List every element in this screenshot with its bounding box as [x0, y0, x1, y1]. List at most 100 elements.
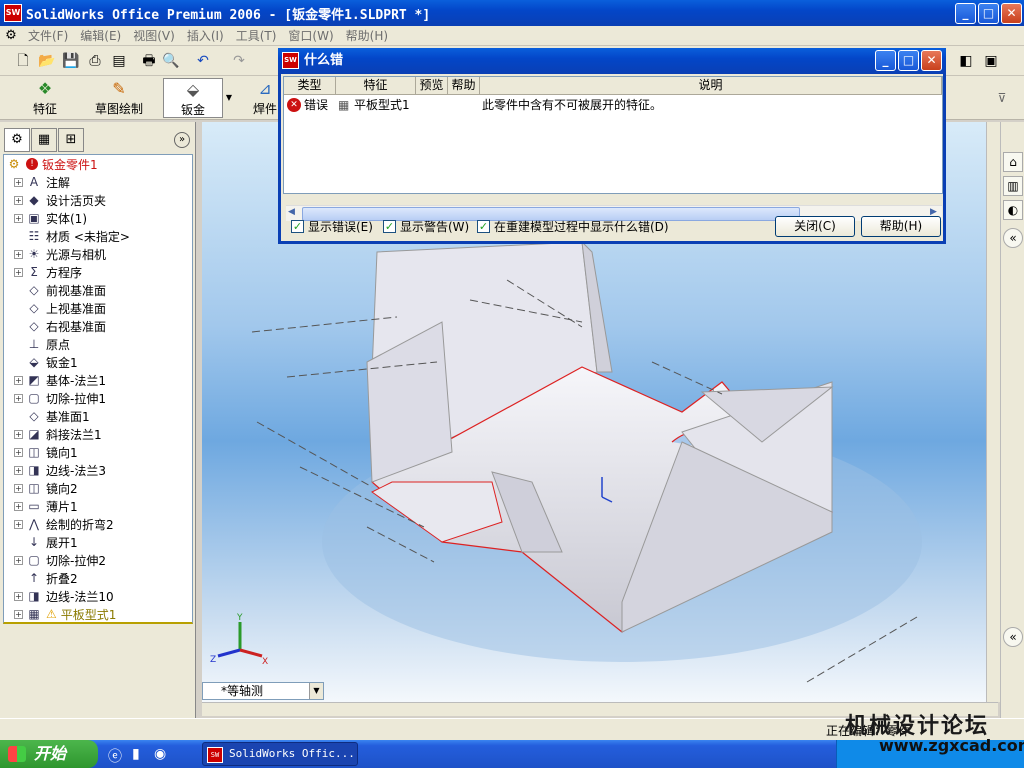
chevron-down-icon[interactable]: ▼ — [309, 683, 323, 699]
menu-tools[interactable]: 工具(T) — [230, 27, 283, 44]
tree-item[interactable]: + ◨ 边线-法兰3 — [4, 461, 106, 479]
tree-item[interactable]: + ◪ 斜接法兰1 — [4, 425, 102, 443]
close-dialog-button[interactable]: 关闭(C) — [775, 216, 855, 237]
viewport-vertical-scrollbar[interactable] — [986, 122, 1000, 702]
filter-icon[interactable]: ⊽ — [990, 78, 1014, 118]
dialog-close-button[interactable]: ✕ — [921, 50, 942, 71]
tree-item[interactable]: + Σ 方程序 — [4, 263, 82, 281]
tree-root[interactable]: ⚙ ! 钣金零件1 — [6, 155, 98, 173]
expand-icon[interactable]: + — [14, 267, 23, 277]
scroll-left-icon[interactable]: ◀ — [288, 207, 295, 217]
expand-icon[interactable]: + — [14, 195, 23, 205]
tree-item[interactable]: + ▣ 实体(1) — [4, 209, 87, 227]
collapse-left-icon[interactable]: « — [1003, 228, 1023, 248]
new-file-icon[interactable]: 🗋 — [12, 50, 34, 72]
help-button[interactable]: 帮助(H) — [861, 216, 941, 237]
tree-item[interactable]: + ⋀ 绘制的折弯2 — [4, 515, 114, 533]
expand-icon[interactable]: + — [14, 429, 23, 439]
expand-icon[interactable]: + — [14, 483, 23, 493]
tree-item[interactable]: ◇ 基准面1 — [4, 407, 89, 425]
show-on-rebuild-checkbox[interactable]: ✓ 在重建模型过程中显示什么错(D) — [477, 218, 669, 235]
expand-icon[interactable]: + — [14, 555, 23, 565]
file-explorer-icon[interactable]: ◐ — [1003, 200, 1023, 220]
app-menu-icon[interactable]: ⚙ — [0, 28, 22, 43]
tree-item[interactable]: ☷ 材质 <未指定> — [4, 227, 130, 245]
menu-help[interactable]: 帮助(H) — [340, 27, 394, 44]
tree-item[interactable]: + A 注解 — [4, 173, 70, 191]
media-icon[interactable]: ◉ — [154, 746, 166, 762]
minimize-button[interactable]: _ — [955, 3, 976, 24]
tree-item[interactable]: + ▭ 薄片1 — [4, 497, 78, 515]
dialog-maximize-button[interactable]: □ — [898, 50, 919, 71]
expand-icon[interactable]: + — [14, 591, 23, 601]
menu-window[interactable]: 窗口(W) — [282, 27, 339, 44]
menu-insert[interactable]: 插入(I) — [181, 27, 230, 44]
expand-icon[interactable]: + — [14, 177, 23, 187]
show-errors-checkbox[interactable]: ✓ 显示错误(E) — [291, 218, 373, 235]
start-button[interactable]: 开始 — [0, 740, 98, 768]
tab-configuration-manager[interactable]: ⊞ — [58, 128, 84, 152]
column-help[interactable]: 帮助 — [448, 77, 480, 95]
menu-file[interactable]: 文件(F) — [22, 27, 74, 44]
expand-icon[interactable]: + — [14, 213, 23, 223]
menu-edit[interactable]: 编辑(E) — [74, 27, 127, 44]
view-icon[interactable]: ▣ — [980, 50, 1002, 72]
tree-item[interactable]: ◇ 上视基准面 — [4, 299, 106, 317]
window-title-bar[interactable]: SW SolidWorks Office Premium 2006 - [钣金零… — [0, 0, 1024, 26]
expand-icon[interactable]: + — [14, 375, 23, 385]
tree-item[interactable]: + ◫ 镜向1 — [4, 443, 78, 461]
tree-item[interactable]: ↑ 折叠2 — [4, 569, 78, 587]
tab-property-manager[interactable]: ▦ — [31, 128, 57, 152]
tree-item[interactable]: ◇ 右视基准面 — [4, 317, 106, 335]
tree-item[interactable]: + ☀ 光源与相机 — [4, 245, 106, 263]
print-preview-icon[interactable]: 🖶 — [138, 50, 160, 72]
redo-icon[interactable]: ↷ — [228, 50, 250, 72]
expand-icon[interactable]: + — [14, 519, 23, 529]
expand-icon[interactable]: + — [14, 447, 23, 457]
expand-icon[interactable]: + — [14, 609, 23, 619]
close-button[interactable]: ✕ — [1001, 3, 1022, 24]
expand-icon[interactable]: + — [14, 501, 23, 511]
show-warnings-checkbox[interactable]: ✓ 显示警告(W) — [383, 218, 469, 235]
command-sketch[interactable]: ✎ 草图绘制 — [88, 78, 150, 118]
column-feature[interactable]: 特征 — [336, 77, 416, 95]
view-orientation-select[interactable]: *等轴测 ▼ — [202, 682, 324, 700]
tree-item[interactable]: ⊥ 原点 — [4, 335, 70, 353]
ie-icon[interactable]: ⓔ — [108, 746, 122, 766]
library-icon[interactable]: ▥ — [1003, 176, 1023, 196]
tree-item[interactable]: + ◩ 基体-法兰1 — [4, 371, 106, 389]
dialog-title-bar[interactable]: SW 什么错 _ □ ✕ — [278, 48, 946, 74]
tree-item[interactable]: + ▢ 切除-拉伸1 — [4, 389, 106, 407]
column-description[interactable]: 说明 — [480, 77, 942, 95]
display-style-icon[interactable]: ◧ — [955, 50, 977, 72]
command-sheetmetal[interactable]: ⬙ 钣金 — [163, 78, 223, 118]
quicklaunch-icon[interactable]: ▮ — [132, 746, 140, 762]
undo-icon[interactable]: ↶ — [192, 50, 214, 72]
collapse-bottom-icon[interactable]: « — [1003, 627, 1023, 647]
expand-icon[interactable]: + — [14, 249, 23, 259]
column-type[interactable]: 类型 — [284, 77, 336, 95]
tree-item[interactable]: + ◨ 边线-法兰10 — [4, 587, 114, 605]
open-file-icon[interactable]: 📂 — [36, 50, 58, 72]
save-icon[interactable]: 💾 — [60, 50, 82, 72]
print-icon[interactable]: ⎙ — [84, 50, 106, 72]
tree-item[interactable]: + ▦ ⚠ 平板型式1 — [4, 605, 116, 623]
tree-item[interactable]: + ◫ 镜向2 — [4, 479, 78, 497]
menu-view[interactable]: 视图(V) — [127, 27, 181, 44]
column-preview[interactable]: 预览 — [416, 77, 448, 95]
command-dropdown-arrow[interactable]: ▼ — [223, 78, 235, 118]
expand-panel-icon[interactable]: » — [174, 132, 190, 148]
dialog-minimize-button[interactable]: _ — [875, 50, 896, 71]
command-feature[interactable]: ❖ 特征 — [20, 78, 70, 118]
tree-item[interactable]: ↓ 展开1 — [4, 533, 78, 551]
tab-feature-tree[interactable]: ⚙ — [4, 128, 30, 152]
home-icon[interactable]: ⌂ — [1003, 152, 1023, 172]
options-icon[interactable]: ▤ — [108, 50, 130, 72]
tree-item[interactable]: + ▢ 切除-拉伸2 — [4, 551, 106, 569]
tree-item[interactable]: + ◆ 设计活页夹 — [4, 191, 106, 209]
expand-icon[interactable]: + — [14, 465, 23, 475]
tree-item[interactable]: ◇ 前视基准面 — [4, 281, 106, 299]
zoom-icon[interactable]: 🔍 — [160, 50, 182, 72]
expand-icon[interactable]: + — [14, 393, 23, 403]
tree-item[interactable]: ⬙ 钣金1 — [4, 353, 77, 371]
